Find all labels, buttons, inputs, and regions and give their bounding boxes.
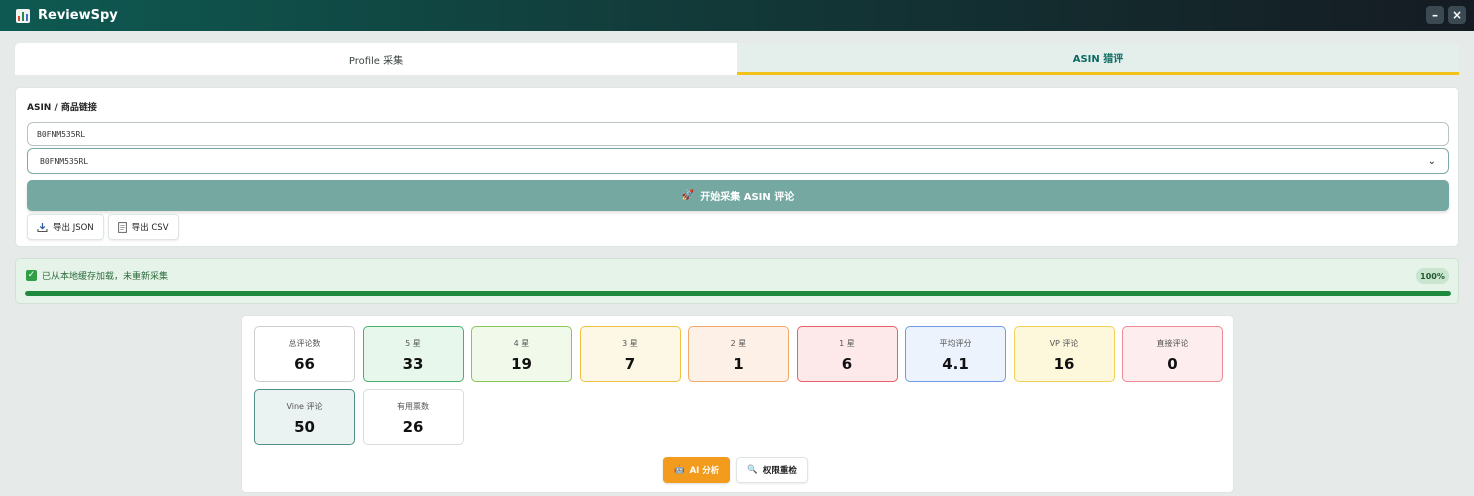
stat-card: 1 星 6 [796,326,898,382]
checkbox-checked-icon: ✓ [26,270,37,281]
stat-label: 1 星 [839,339,855,348]
rocket-icon: 🚀 [681,190,695,201]
asin-select-value: B0FNM535RL [40,156,89,166]
export-row: 导出 JSON 导出 CSV [27,214,1447,240]
download-tray-icon [37,222,48,232]
title-bar: ReviewSpy – × [0,0,1474,31]
stat-label: 有用票数 [397,402,429,411]
permission-recheck-button[interactable]: 🔍 权限重检 [736,457,808,483]
progress-percent-badge: 100% [1416,268,1449,284]
stat-label: 总评论数 [288,339,321,348]
stat-card: 平均评分 4.1 [905,326,1006,382]
stat-label: 4 星 [513,339,530,348]
stat-value: 6 [841,355,853,373]
close-button[interactable]: × [1448,6,1466,24]
stat-card: 总评论数 66 [254,326,355,382]
magnifier-icon: 🔍 [747,465,758,475]
stat-card: Vine 评论 50 [254,389,355,445]
ai-analysis-button[interactable]: 🤖 AI 分析 [663,457,731,483]
stat-value: 19 [511,355,532,373]
stats-panel: 总评论数 66 5 星 33 4 星 19 3 星 7 2 星 1 1 星 6 平均评分 4.1 VP 评论… [241,315,1234,493]
stat-card: 3 星 7 [579,326,681,382]
stat-value: 50 [294,418,315,436]
export-csv-label: 导出 CSV [131,223,169,233]
chart-logo-icon [16,8,30,23]
export-csv-button[interactable]: 导出 CSV [107,214,179,240]
status-message: 已从本地缓存加载，未重新采集 [42,272,169,282]
asin-form-card: ASIN / 商品链接 B0FNM535RL ⌄ 🚀 开始采集 ASIN 评论 … [15,87,1459,247]
stat-value: 66 [294,355,315,373]
stat-value: 0 [1167,355,1178,373]
permission-recheck-label: 权限重检 [762,466,797,476]
asin-select[interactable]: B0FNM535RL ⌄ [27,148,1449,174]
start-collect-button[interactable]: 🚀 开始采集 ASIN 评论 [27,180,1449,211]
tab-asin[interactable]: ASIN 猎评 [737,43,1459,75]
stat-value: 1 [733,355,744,373]
start-collect-label: 开始采集 ASIN 评论 [700,192,795,203]
status-panel: ✓ 已从本地缓存加载，未重新采集 100% [15,258,1459,304]
window-controls: – × [1426,6,1466,24]
stat-label: VP 评论 [1049,339,1079,348]
document-icon [117,221,127,233]
stat-value: 4.1 [942,355,969,373]
app-title: ReviewSpy [38,8,118,23]
minimize-button[interactable]: – [1426,6,1444,24]
stat-value: 33 [402,355,424,373]
stat-card: 有用票数 26 [362,389,464,445]
stat-label: Vine 评论 [286,402,323,411]
export-json-button[interactable]: 导出 JSON [27,214,104,240]
action-row: 🤖 AI 分析 🔍 权限重检 [663,457,808,483]
stat-card: VP 评论 16 [1013,326,1115,382]
chevron-down-icon: ⌄ [1427,155,1436,167]
progress-bar [25,291,1451,296]
stat-value: 7 [624,355,636,373]
stat-label: 5 星 [405,339,421,348]
ai-analysis-label: AI 分析 [689,466,720,476]
robot-icon: 🤖 [674,465,685,475]
tab-profile[interactable]: Profile 采集 [15,43,737,75]
stat-value: 26 [402,418,424,436]
export-json-label: 导出 JSON [53,223,94,233]
asin-field-label: ASIN / 商品链接 [27,103,97,113]
stat-card: 5 星 33 [362,326,464,382]
stat-card: 2 星 1 [688,326,789,382]
asin-input[interactable] [27,122,1449,146]
stat-card: 4 星 19 [471,326,572,382]
tab-bar: Profile 采集 ASIN 猎评 [15,43,1459,75]
stat-label: 直接评论 [1156,339,1189,348]
stat-label: 2 星 [730,339,747,348]
stat-card: 直接评论 0 [1122,326,1223,382]
stat-value: 16 [1053,355,1075,373]
progress-fill [25,291,1451,296]
stat-label: 平均评分 [939,339,972,348]
stat-label: 3 星 [622,339,638,348]
